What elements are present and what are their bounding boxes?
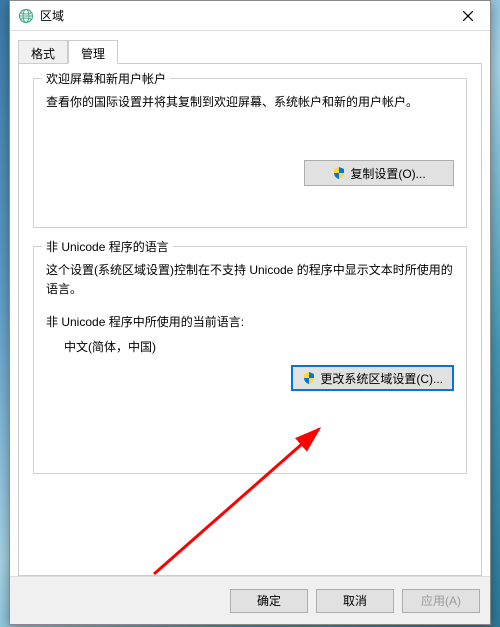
tab-strip: 格式 管理 — [18, 39, 482, 63]
group-welcome-title: 欢迎屏幕和新用户帐户 — [42, 70, 170, 87]
current-language-label: 非 Unicode 程序中所使用的当前语言: — [46, 313, 454, 330]
globe-icon — [18, 8, 34, 24]
shield-icon — [302, 371, 316, 385]
change-locale-button[interactable]: 更改系统区域设置(C)... — [291, 365, 454, 391]
dialog-title: 区域 — [40, 7, 446, 24]
close-button[interactable] — [446, 1, 490, 31]
group-nonunicode: 非 Unicode 程序的语言 这个设置(系统区域设置)控制在不支持 Unico… — [33, 246, 467, 474]
cancel-button[interactable]: 取消 — [316, 589, 394, 613]
titlebar: 区域 — [10, 1, 490, 31]
tab-area: 格式 管理 欢迎屏幕和新用户帐户 查看你的国际设置并将其复制到欢迎屏幕、系统帐户… — [10, 31, 490, 576]
tab-content: 欢迎屏幕和新用户帐户 查看你的国际设置并将其复制到欢迎屏幕、系统帐户和新的用户帐… — [18, 63, 482, 576]
ok-button[interactable]: 确定 — [230, 589, 308, 613]
region-dialog: 区域 格式 管理 欢迎屏幕和新用户帐户 查看你的国际设置并将其复制到欢迎屏幕、系… — [9, 0, 491, 625]
current-language-value: 中文(简体，中国) — [64, 338, 454, 355]
copy-settings-button[interactable]: 复制设置(O)... — [304, 160, 454, 186]
group-welcome-desc: 查看你的国际设置并将其复制到欢迎屏幕、系统帐户和新的用户帐户。 — [46, 93, 454, 112]
tab-admin[interactable]: 管理 — [68, 40, 118, 64]
group-nonunicode-title: 非 Unicode 程序的语言 — [42, 238, 173, 255]
shield-icon — [332, 166, 346, 180]
change-locale-label: 更改系统区域设置(C)... — [320, 370, 443, 387]
group-nonunicode-desc: 这个设置(系统区域设置)控制在不支持 Unicode 的程序中显示文本时所使用的… — [46, 261, 454, 299]
tab-format[interactable]: 格式 — [18, 40, 68, 64]
group-welcome: 欢迎屏幕和新用户帐户 查看你的国际设置并将其复制到欢迎屏幕、系统帐户和新的用户帐… — [33, 78, 467, 228]
dialog-button-bar: 确定 取消 应用(A) — [10, 576, 490, 624]
apply-button[interactable]: 应用(A) — [402, 589, 480, 613]
copy-settings-label: 复制设置(O)... — [350, 165, 425, 182]
